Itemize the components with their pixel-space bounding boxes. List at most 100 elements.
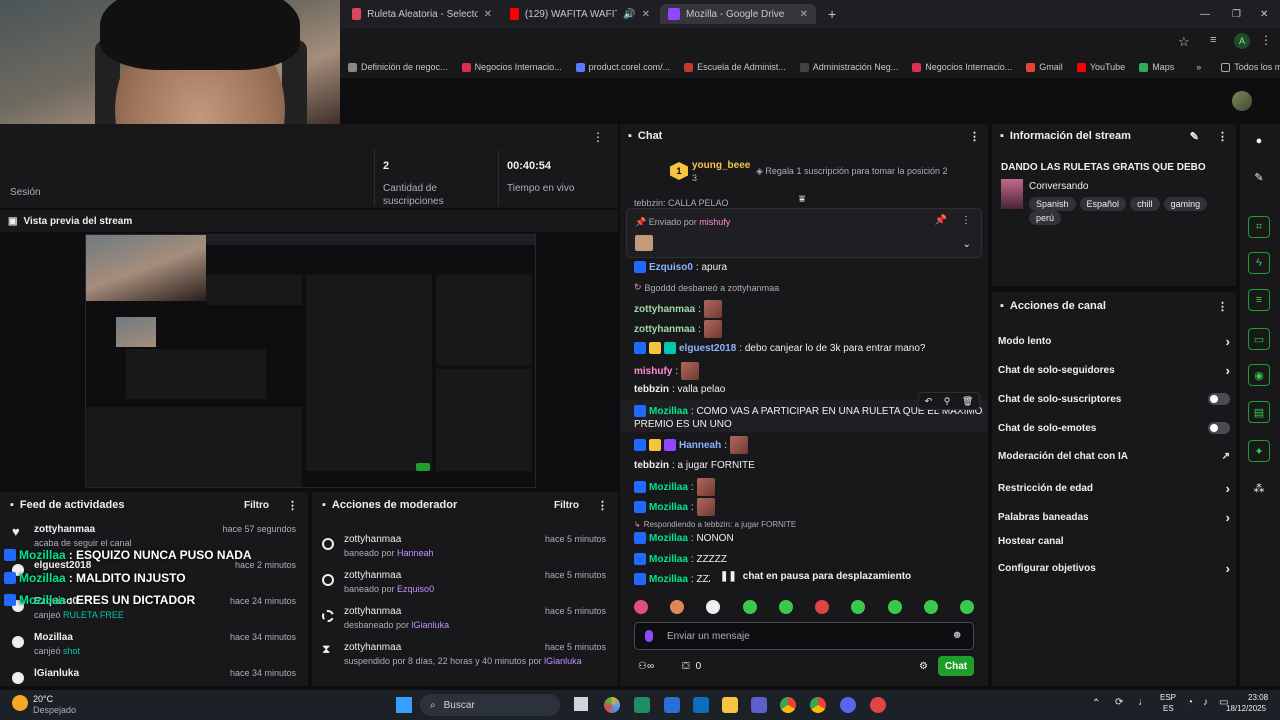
action-host-channel[interactable]: Hostear canal xyxy=(998,536,1230,547)
chat-user[interactable]: Mozillaa xyxy=(649,406,688,417)
chat-send-button[interactable]: Chat xyxy=(938,656,974,676)
chat-message[interactable]: tebbzin: valla pelao xyxy=(634,384,725,395)
action-goals[interactable]: Configurar objetivos › xyxy=(998,561,1230,576)
outlook-icon[interactable] xyxy=(693,697,709,713)
clip-icon[interactable]: ⌗ xyxy=(1248,216,1270,238)
new-tab-button[interactable]: + xyxy=(820,4,844,24)
pin-icon[interactable]: ⚲ xyxy=(944,396,951,407)
mod-item[interactable]: zottyhanmaa desbaneado por lGianluka hac… xyxy=(312,600,618,636)
close-icon[interactable]: ✕ xyxy=(642,9,650,20)
bookmark-2[interactable]: product.corel.com/... xyxy=(575,62,670,72)
chat-user[interactable]: Mozillaa xyxy=(649,533,688,544)
stream-preview[interactable] xyxy=(85,234,536,488)
chat-message[interactable]: Mozillaa: NONON xyxy=(634,532,734,544)
bookmark-8[interactable]: Maps xyxy=(1139,62,1174,72)
bits-counter[interactable]: ⛋ 0 xyxy=(682,661,701,672)
tab-ruleta[interactable]: Ruleta Aleatoria - Selector Perso ✕ xyxy=(344,4,500,24)
close-icon[interactable]: ✕ xyxy=(484,9,492,20)
action-banned-words[interactable]: Palabras baneadas › xyxy=(998,510,1230,525)
broadcast-icon[interactable]: ◉ xyxy=(1248,364,1270,386)
settings-gear-icon[interactable]: ⚙ xyxy=(919,661,928,672)
chat-message[interactable]: Mozillaa: ZZZ xyxy=(634,573,715,585)
chat-user[interactable]: zottyhanmaa xyxy=(634,304,695,315)
app-icon[interactable] xyxy=(870,697,886,713)
layout-icon[interactable]: ▤ xyxy=(1248,401,1270,423)
chat-user[interactable]: zottyhanmaa xyxy=(634,324,695,335)
clock-time[interactable]: 23:08 xyxy=(1248,693,1268,702)
chat-message[interactable]: tebbzin: a jugar FORNITE xyxy=(634,460,755,471)
chat-message[interactable]: mishufy: xyxy=(634,362,700,380)
pinned-message[interactable]: 📌 Enviado por mishufy 📌 ⋮ ⌄ xyxy=(626,208,982,258)
mic-icon[interactable] xyxy=(645,630,653,642)
feed-filter-button[interactable]: Filtro xyxy=(244,500,269,511)
chat-input[interactable]: Enviar un mensaje ☻ xyxy=(634,622,974,650)
top-gifter-name[interactable]: young_beee xyxy=(692,160,750,171)
speaker-icon[interactable]: 🔊 xyxy=(623,9,635,20)
gift-prompt[interactable]: ◈ Regala 1 suscripción para tomar la pos… xyxy=(756,166,948,177)
tag[interactable]: Spanish xyxy=(1029,197,1076,211)
window-close-button[interactable]: ✕ xyxy=(1252,4,1276,24)
action-slow-mode[interactable]: Modo lento › xyxy=(998,334,1230,349)
store-icon[interactable] xyxy=(664,697,680,713)
more-bookmarks-icon[interactable]: » xyxy=(1196,62,1201,72)
emote-quick[interactable] xyxy=(742,600,757,614)
chat-user[interactable]: tebbzin xyxy=(634,460,669,471)
maximize-button[interactable]: ❐ xyxy=(1224,4,1249,24)
edge-icon[interactable] xyxy=(634,697,650,713)
tab-youtube[interactable]: (129) WAFITA WAFITA | TIR 🔊 ✕ xyxy=(502,4,658,24)
bookmark-3[interactable]: Escuela de Administ... xyxy=(684,62,786,72)
chat-message[interactable]: Mozillaa: ZZZZZ xyxy=(634,553,727,565)
wrench-icon[interactable]: ✦ xyxy=(1248,440,1270,462)
chrome-icon[interactable] xyxy=(780,697,796,713)
chat-message[interactable]: Mozillaa: xyxy=(634,498,715,516)
action-age-restriction[interactable]: Restricción de edad › xyxy=(998,481,1230,496)
chat-user[interactable]: Hanneah xyxy=(679,440,721,451)
chat-user[interactable]: Mozillaa xyxy=(649,554,688,565)
channel-points-icon[interactable]: ⚇∞ xyxy=(638,661,654,672)
bookmark-1[interactable]: Negocios Internacio... xyxy=(461,62,562,72)
chat-menu-icon[interactable]: ⋮ xyxy=(969,130,980,143)
chat-user[interactable]: mishufy xyxy=(634,366,672,377)
mod-item[interactable]: ⧗ zottyhanmaa suspendido por 8 días, 22 … xyxy=(312,636,618,672)
weather-icon[interactable] xyxy=(12,695,28,711)
action-followers-only[interactable]: Chat de solo-seguidores › xyxy=(998,363,1230,378)
chat-paused-banner[interactable]: ❚❚ chat en pausa para desplazamiento xyxy=(710,566,922,586)
chat-message[interactable]: elguest2018: debo canjear lo de 3k para … xyxy=(634,342,926,354)
weather-temp[interactable]: 20°C xyxy=(33,694,53,704)
reply-icon[interactable]: ↶ xyxy=(925,396,933,407)
extensions-icon[interactable]: ⁂ xyxy=(1248,477,1270,499)
discord-icon[interactable] xyxy=(840,697,856,713)
chat-message[interactable]: Hanneah: xyxy=(634,436,749,454)
emoji-icon[interactable]: ☻ xyxy=(951,629,963,641)
lightning-icon[interactable]: ϟ xyxy=(1248,252,1270,274)
language-code[interactable]: ESP xyxy=(1160,693,1176,702)
bookmark-6[interactable]: Gmail xyxy=(1026,62,1063,72)
user-avatar[interactable] xyxy=(1232,91,1252,111)
bookmark-5[interactable]: Negocios Internacio... xyxy=(912,62,1012,72)
emote-quick[interactable] xyxy=(815,600,830,614)
emote-quick[interactable] xyxy=(923,600,938,614)
teams-icon[interactable] xyxy=(751,697,767,713)
emote-quick[interactable] xyxy=(706,600,721,614)
subs-only-toggle[interactable] xyxy=(1208,393,1230,405)
category-art[interactable] xyxy=(1001,179,1023,209)
profile-avatar[interactable]: A xyxy=(1234,33,1250,49)
feed-item[interactable]: Mozillaa canjeó shot hace 34 minutos xyxy=(0,626,308,662)
chat-user[interactable]: elguest2018 xyxy=(679,343,736,354)
chat-user[interactable]: Mozillaa xyxy=(649,574,688,585)
chat-user[interactable]: Ezquiso0 xyxy=(649,262,693,273)
all-bookmarks[interactable]: Todos los marcadores xyxy=(1221,62,1280,72)
sync-icon[interactable]: ⟳ xyxy=(1115,697,1123,708)
task-view-icon[interactable] xyxy=(574,697,588,711)
chevron-up-icon[interactable]: ⌃ xyxy=(1092,698,1100,709)
tag[interactable]: perú xyxy=(1029,211,1062,225)
tab-drive[interactable]: Mozilla - Google Drive ✕ xyxy=(660,4,816,24)
minimize-button[interactable]: — xyxy=(1192,4,1218,24)
pinned-menu-icon[interactable]: ⋮ xyxy=(961,215,971,226)
chat-message[interactable]: zottyhanmaa: xyxy=(634,300,722,318)
tag[interactable]: gaming xyxy=(1163,197,1208,211)
copilot-icon[interactable] xyxy=(604,697,620,713)
wifi-icon[interactable]: ◔ xyxy=(1187,697,1193,708)
volume-icon[interactable]: ♪ xyxy=(1203,697,1208,708)
emote-quick[interactable] xyxy=(887,600,902,614)
